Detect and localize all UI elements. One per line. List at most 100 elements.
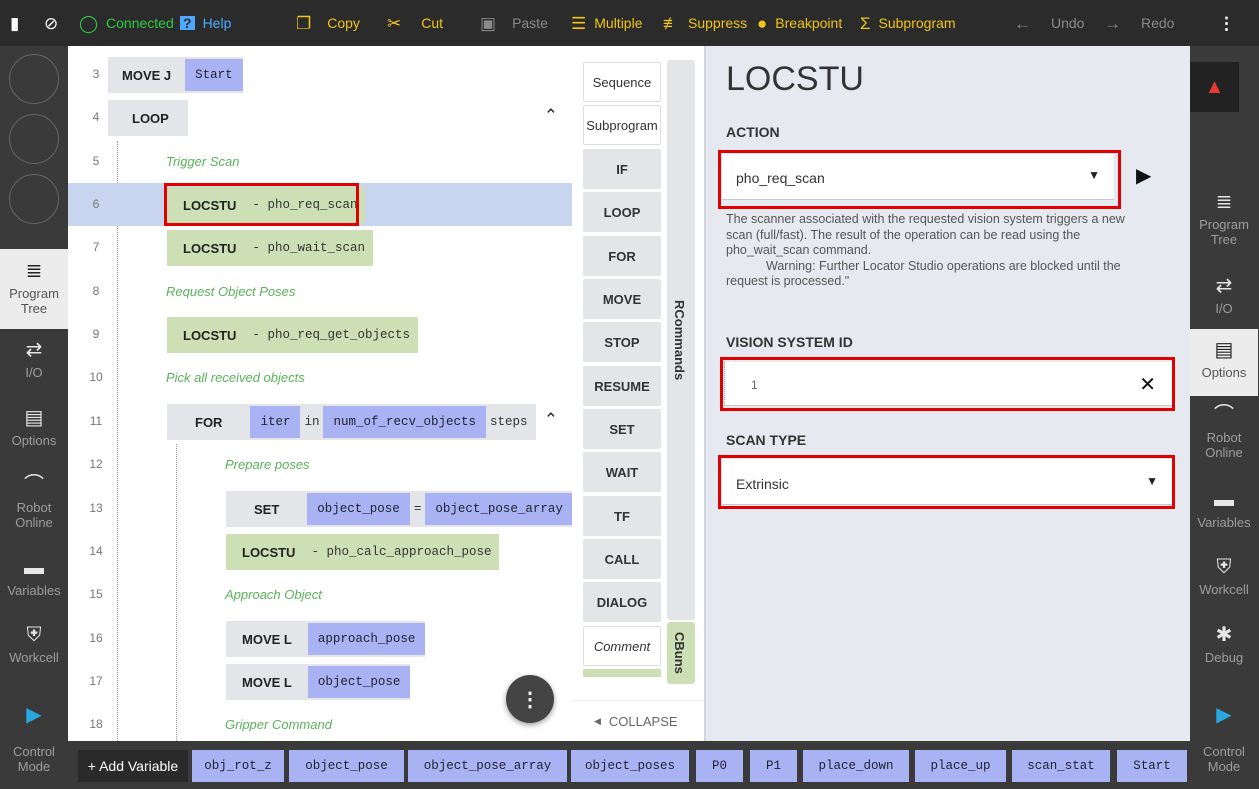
move-l-command[interactable]: MOVE L approach_pose (226, 621, 426, 657)
tree-row[interactable]: 4 LOOP ⌃ (68, 96, 572, 139)
nav-robot-online[interactable]: ⌒ Robot Online (1190, 403, 1258, 473)
nav-program-tree[interactable]: ≣ Program Tree (0, 249, 68, 329)
tree-row[interactable]: 8 Request Object Poses (68, 270, 572, 313)
nav-options[interactable]: ▤ Options (1190, 329, 1258, 396)
variable-chip[interactable]: object_poses (571, 750, 689, 782)
variable-chip[interactable]: place_down (803, 750, 909, 782)
cbuns-tab[interactable]: CBuns (667, 622, 695, 684)
paste-button[interactable]: ▣ Paste (480, 0, 548, 46)
rcommands-tab[interactable]: RCommands (667, 60, 695, 620)
battery-icon: ▮ (10, 13, 20, 33)
breakpoint-button[interactable]: ● Breakpoint (757, 0, 842, 46)
command-if[interactable]: IF (583, 149, 661, 189)
more-menu-button[interactable]: ⋮ (1218, 0, 1235, 46)
variable-chip[interactable]: place_up (915, 750, 1006, 782)
command-for[interactable]: FOR (583, 236, 661, 276)
nav-robot-online[interactable]: ⌒ Robot Online (0, 473, 68, 543)
nav-options[interactable]: ▤ Options (0, 406, 68, 466)
variable-chip[interactable]: Start (185, 59, 243, 91)
command-comment[interactable]: Comment (583, 626, 661, 666)
tree-row[interactable]: 13 SET object_pose = object_pose_array [ (68, 487, 572, 530)
nav-program-tree[interactable]: ≣ Program Tree (1190, 190, 1258, 258)
command-wait[interactable]: WAIT (583, 452, 661, 492)
command-keyword: SET (254, 501, 280, 517)
set-command[interactable]: SET object_pose = object_pose_array [ (226, 491, 572, 527)
command-keyword: MOVE J (122, 67, 172, 83)
add-variable-button[interactable]: + Add Variable (78, 750, 188, 782)
locstu-command[interactable]: LOCSTU - pho_req_get_objects (167, 317, 418, 353)
tree-row[interactable]: 5 Trigger Scan (68, 140, 572, 183)
tree-row[interactable]: 10 Pick all received objects (68, 356, 572, 399)
variable-chip[interactable]: object_pose_array (425, 493, 572, 525)
tree-row[interactable]: 11 FOR iter in num_of_recv_objects steps… (68, 400, 572, 443)
arrow-left-icon: ← (1014, 13, 1031, 33)
command-set[interactable]: SET (583, 409, 661, 449)
program-tree[interactable]: 3 MOVE J Start 4 LOOP ⌃ 5 Trigger Scan 6… (68, 46, 572, 741)
move-l-command[interactable]: MOVE L object_pose (226, 664, 411, 700)
tree-row[interactable]: 14 LOCSTU - pho_calc_approach_pose (68, 530, 572, 573)
nav-io[interactable]: ⇄ I/O (1190, 274, 1258, 329)
copy-button[interactable]: ❐ Copy (296, 0, 360, 46)
tree-row-selected[interactable]: 6 LOCSTU - pho_req_scan (68, 183, 572, 226)
subprogram-button[interactable]: Σ Subprogram (860, 0, 956, 46)
variable-chip[interactable]: P1 (750, 750, 797, 782)
nav-io[interactable]: ⇄ I/O (0, 338, 68, 398)
shield-icon: ⛨ (1216, 556, 1232, 578)
tree-row[interactable]: 17 MOVE L object_pose (68, 660, 572, 703)
command-resume[interactable]: RESUME (583, 366, 661, 406)
nav-control-mode[interactable]: ▶ Control Mode (1190, 701, 1258, 786)
command-dialog[interactable]: DIALOG (583, 582, 661, 622)
command-call[interactable]: CALL (583, 539, 661, 579)
redo-button[interactable]: → Redo (1104, 0, 1174, 46)
loop-command[interactable]: LOOP (108, 100, 188, 136)
collapse-chevron-icon[interactable]: ⌃ (544, 106, 558, 126)
tree-row[interactable]: 15 Approach Object (68, 573, 572, 616)
command-loop[interactable]: LOOP (583, 192, 661, 232)
undo-button[interactable]: ← Undo (1014, 0, 1084, 46)
variable-chip[interactable]: object_pose (307, 666, 411, 698)
command-tf[interactable]: TF (583, 496, 661, 536)
move-j-command[interactable]: MOVE J Start (108, 57, 243, 93)
variable-chip[interactable]: num_of_recv_objects (323, 406, 487, 438)
variable-chip[interactable]: Start (1117, 750, 1187, 782)
nav-label: Workcell (1199, 582, 1249, 597)
tree-row[interactable]: 9 LOCSTU - pho_req_get_objects (68, 313, 572, 356)
variable-chip[interactable]: scan_stat (1012, 750, 1110, 782)
run-play-icon[interactable]: ▶ (1136, 163, 1151, 188)
command-move[interactable]: MOVE (583, 279, 661, 319)
command-sequence[interactable]: Sequence (583, 62, 661, 102)
multiple-button[interactable]: ☰ Multiple (571, 0, 643, 46)
command-keyword: LOCSTU (183, 327, 237, 343)
variable-chip[interactable]: obj_rot_z (192, 750, 284, 782)
tree-row[interactable]: 7 LOCSTU - pho_wait_scan (68, 226, 572, 269)
variable-chip[interactable]: object_pose (289, 750, 404, 782)
nav-variables[interactable]: ▬ Variables (0, 556, 68, 616)
cut-button[interactable]: ✂ Cut (387, 0, 443, 46)
for-command[interactable]: FOR iter in num_of_recv_objects steps (167, 404, 536, 440)
nav-workcell[interactable]: ⛨ Workcell (1190, 555, 1258, 615)
tree-row[interactable]: 16 MOVE L approach_pose (68, 617, 572, 660)
collapse-button[interactable]: ◀ COLLAPSE (572, 700, 704, 741)
nav-workcell[interactable]: ⛨ Workcell (0, 623, 68, 683)
fab-more-button[interactable]: ⋮ (506, 675, 554, 723)
command-stop[interactable]: STOP (583, 322, 661, 362)
nav-debug[interactable]: ✱ Debug (1190, 623, 1258, 683)
variable-chip[interactable]: iter (250, 406, 301, 438)
tree-row[interactable]: 12 Prepare poses (68, 443, 572, 486)
nav-control-mode[interactable]: ▶ Control Mode (0, 701, 68, 786)
variable-chip[interactable]: approach_pose (307, 623, 426, 655)
help-button[interactable]: ? Help (180, 0, 231, 46)
tree-row[interactable]: 3 MOVE J Start (68, 53, 572, 96)
collapse-chevron-icon[interactable]: ⌃ (544, 410, 558, 430)
warning-icon[interactable]: ▲ (1190, 62, 1239, 112)
variable-chip[interactable]: object_pose (307, 493, 410, 525)
tree-row[interactable]: 18 Gripper Command (68, 703, 572, 741)
variable-chip[interactable]: P0 (696, 750, 743, 782)
command-subprogram[interactable]: Subprogram (583, 105, 661, 145)
nav-variables[interactable]: ▬ Variables (1190, 488, 1258, 548)
locstu-command[interactable]: LOCSTU - pho_calc_approach_pose (226, 534, 500, 570)
locstu-command[interactable]: LOCSTU - pho_wait_scan (167, 230, 373, 266)
connection-status[interactable]: ◯ Connected (79, 0, 174, 46)
variable-chip[interactable]: object_pose_array (408, 750, 567, 782)
suppress-button[interactable]: ≢ Suppress (663, 0, 747, 46)
